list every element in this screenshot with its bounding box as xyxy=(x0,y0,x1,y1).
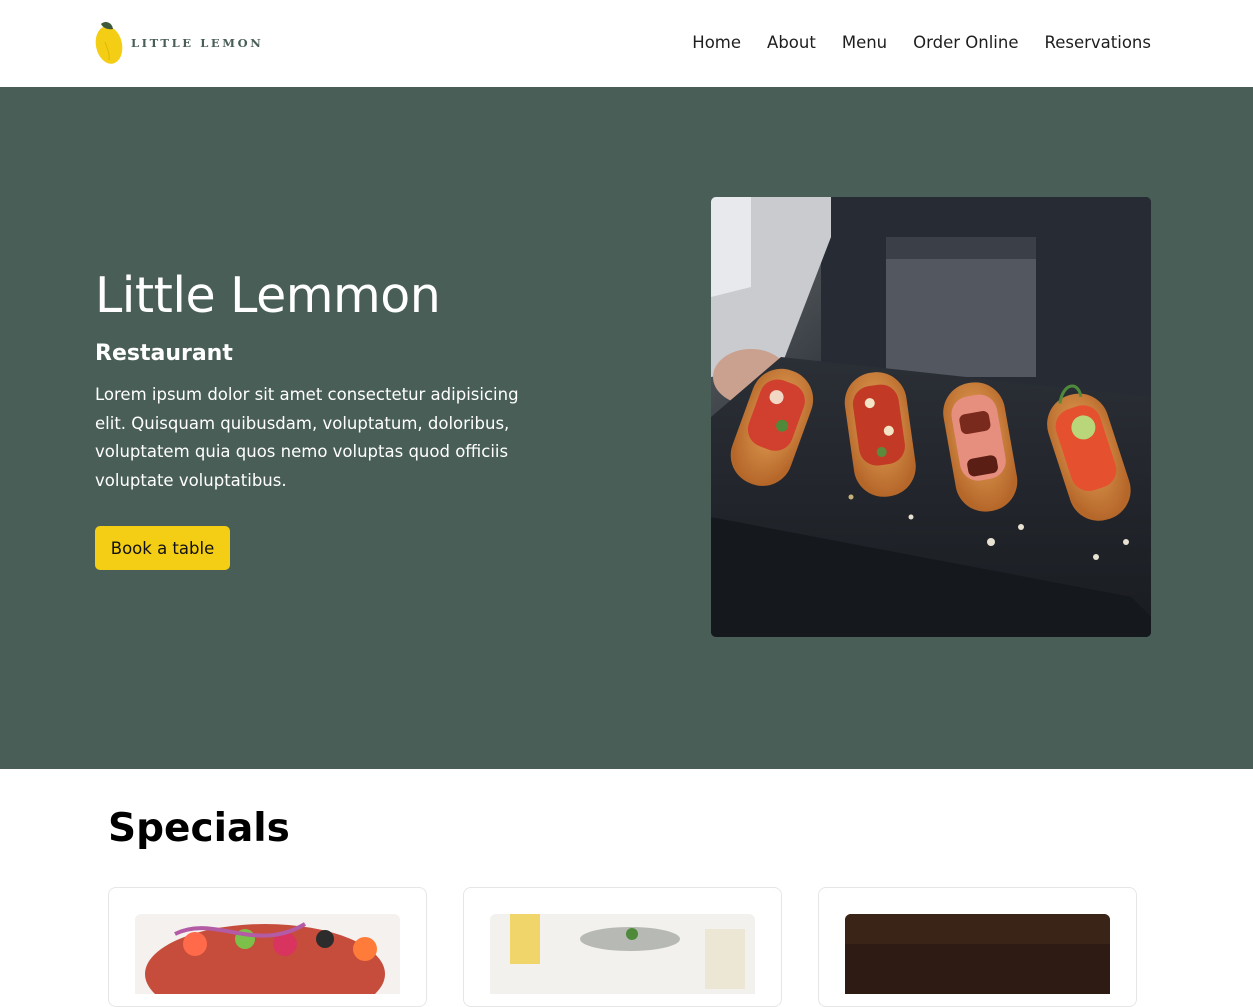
special-card[interactable] xyxy=(108,887,427,1007)
hero-description: Lorem ipsum dolor sit amet consectetur a… xyxy=(95,385,519,490)
special-card-image xyxy=(135,914,400,994)
logo-text: LITTLE LEMON xyxy=(131,36,264,50)
nav-order-online[interactable]: Order Online xyxy=(913,33,1018,52)
site-header: LITTLE LEMON Home About Menu Order Onlin… xyxy=(0,0,1253,87)
hero-section: Little Lemmon Restaurant Lorem ipsum dol… xyxy=(0,87,1253,769)
special-card[interactable] xyxy=(818,887,1137,1007)
hero-image xyxy=(711,197,1151,637)
nav-reservations[interactable]: Reservations xyxy=(1045,33,1152,52)
main-nav: Home About Menu Order Online Reservation… xyxy=(692,33,1151,52)
lemon-icon xyxy=(95,20,123,66)
special-card-image xyxy=(845,914,1110,994)
nav-about[interactable]: About xyxy=(767,33,816,52)
nav-menu[interactable]: Menu xyxy=(842,33,887,52)
special-card-image xyxy=(490,914,755,994)
specials-title: Specials xyxy=(108,806,290,851)
book-table-button[interactable]: Book a table xyxy=(95,526,230,570)
nav-home[interactable]: Home xyxy=(692,33,741,52)
special-card[interactable] xyxy=(463,887,782,1007)
logo[interactable]: LITTLE LEMON xyxy=(95,20,263,66)
hero-subtitle: Restaurant xyxy=(95,341,233,366)
hero-title: Little Lemmon xyxy=(95,267,441,324)
